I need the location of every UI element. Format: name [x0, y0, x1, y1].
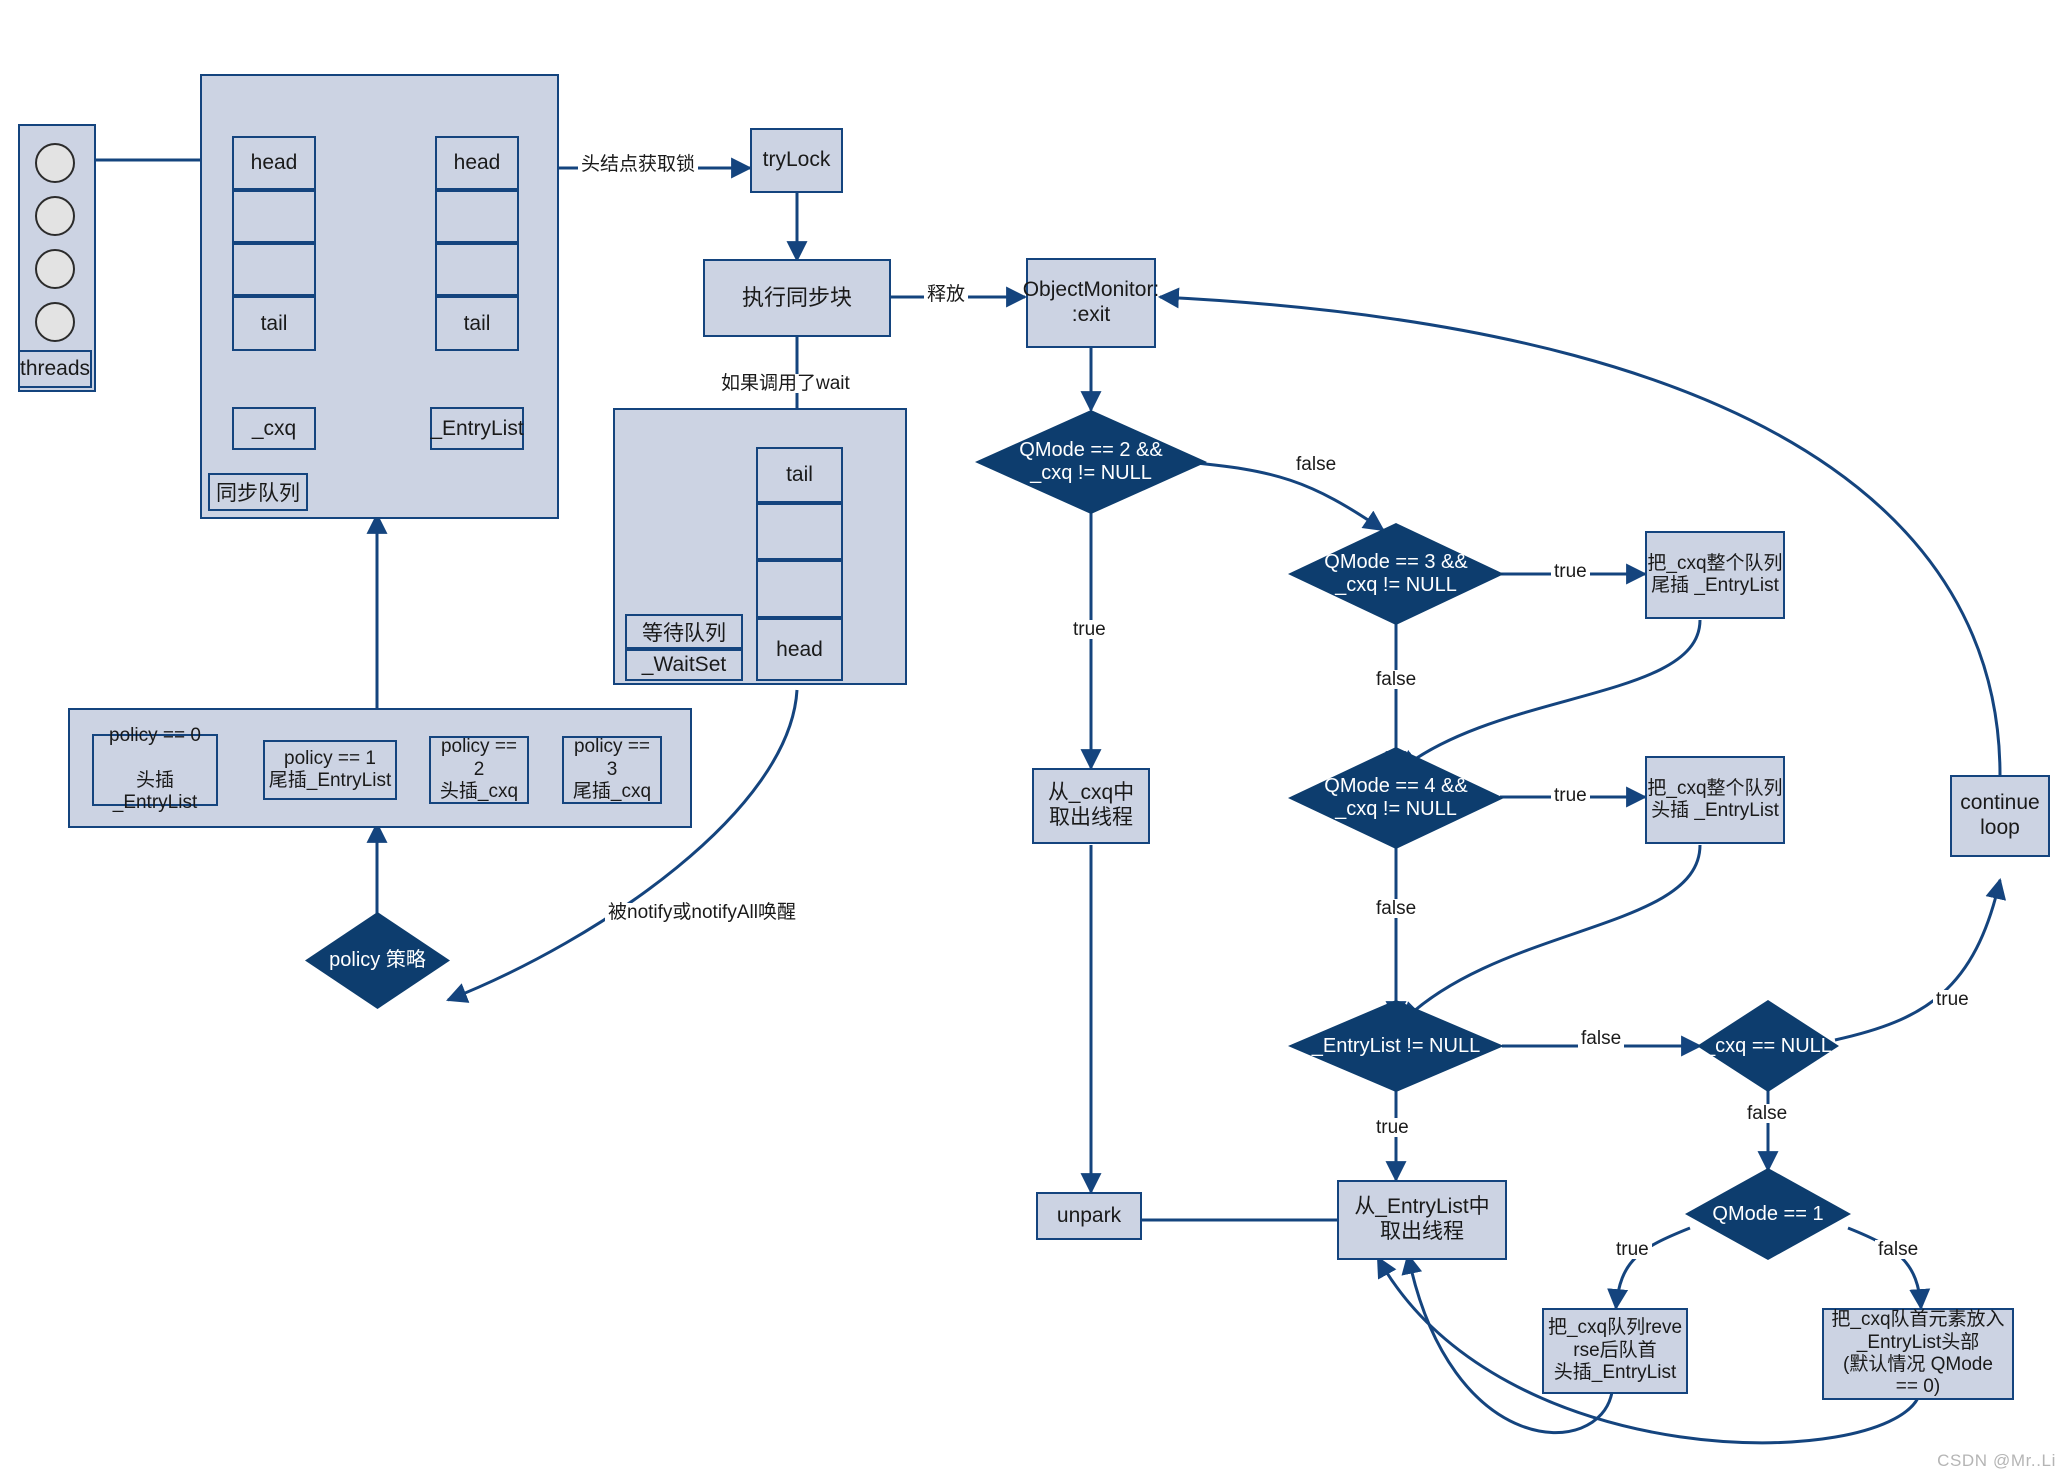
- node-cxq-tail-insert-entrylist[interactable]: 把_cxq整个队列 尾插 _EntryList: [1645, 531, 1785, 619]
- edge-label-release: 释放: [924, 285, 969, 304]
- decision-qmode-4-label: QMode == 4 && _cxq != NULL: [1324, 775, 1468, 820]
- node-cxq-head-insert-entrylist[interactable]: 把_cxq整个队列 头插 _EntryList: [1645, 756, 1785, 844]
- entrylist-name-label: _EntryList: [430, 407, 524, 450]
- cxq-head-cell: head: [232, 136, 316, 190]
- edge-label-head-node-acquire-lock: 头结点获取锁: [578, 155, 699, 174]
- policy-option-3: policy == 3 尾插_cxq: [562, 736, 662, 804]
- thread-circle: [35, 196, 75, 236]
- node-cxq-reverse-head-insert[interactable]: 把_cxq队列reve rse后队首 头插_EntryList: [1542, 1308, 1688, 1394]
- edge-label-woken-by-notify: 被notify或notifyAll唤醒: [605, 903, 799, 922]
- sync-queue-label: 同步队列: [208, 473, 308, 511]
- entrylist-head-cell: head: [435, 136, 519, 190]
- thread-circle: [35, 249, 75, 289]
- decision-entrylist-not-null-label: _EntryList != NULL: [1311, 1034, 1481, 1057]
- edge-label-cxq-null-true: true: [1933, 990, 1972, 1009]
- cxq-name-label: _cxq: [232, 407, 316, 450]
- decision-qmode-2[interactable]: QMode == 2 && _cxq != NULL: [975, 410, 1207, 514]
- entrylist-empty-cell: [435, 190, 519, 243]
- decision-qmode-2-label: QMode == 2 && _cxq != NULL: [1019, 439, 1163, 484]
- edge-label-cxq-null-false: false: [1744, 1104, 1791, 1123]
- decision-cxq-is-null[interactable]: _cxq == NULL: [1697, 1000, 1839, 1092]
- flowchart-canvas: threads head tail _cxq head tail _EntryL…: [0, 0, 2070, 1479]
- edge-label-qmode4-false: false: [1373, 899, 1420, 918]
- edge-label-qmode2-true: true: [1070, 620, 1109, 639]
- node-unpark[interactable]: unpark: [1036, 1192, 1142, 1240]
- waitset-name-label: _WaitSet: [625, 649, 743, 681]
- thread-circle: [35, 143, 75, 183]
- waitset-empty-cell: [756, 560, 843, 618]
- cxq-tail-cell: tail: [232, 296, 316, 351]
- edge-label-if-called-wait: 如果调用了wait: [718, 374, 853, 393]
- edge-label-entrylist-false: false: [1578, 1029, 1625, 1048]
- node-object-monitor-exit[interactable]: ObjectMonitor: :exit: [1023, 258, 1159, 348]
- waitset-queue-label: 等待队列: [625, 614, 743, 649]
- edge-label-qmode1-false: false: [1875, 1240, 1922, 1259]
- policy-option-0: policy == 0 头插_EntryList: [92, 725, 218, 813]
- waitset-head-cell: head: [756, 618, 843, 681]
- decision-qmode-3-label: QMode == 3 && _cxq != NULL: [1324, 551, 1468, 596]
- edge-label-qmode1-true: true: [1613, 1240, 1652, 1259]
- edge-label-qmode2-false: false: [1293, 455, 1340, 474]
- decision-policy[interactable]: policy 策略: [305, 912, 450, 1009]
- entrylist-tail-cell: tail: [435, 296, 519, 351]
- threads-label: threads: [18, 350, 92, 388]
- cxq-empty-cell: [232, 190, 316, 243]
- edge-label-entrylist-true: true: [1373, 1118, 1412, 1137]
- edge-label-qmode4-true: true: [1551, 786, 1590, 805]
- edge-label-qmode3-false: false: [1373, 670, 1420, 689]
- node-try-lock[interactable]: tryLock: [750, 128, 843, 193]
- cxq-empty-cell: [232, 243, 316, 296]
- policy-option-1: policy == 1 尾插_EntryList: [263, 740, 397, 800]
- decision-policy-label: policy 策略: [329, 949, 426, 971]
- node-take-thread-from-entrylist[interactable]: 从_EntryList中 取出线程: [1337, 1180, 1507, 1260]
- edge-label-qmode3-true: true: [1551, 562, 1590, 581]
- decision-qmode-1[interactable]: QMode == 1: [1685, 1168, 1851, 1260]
- decision-entrylist-not-null[interactable]: _EntryList != NULL: [1288, 1000, 1504, 1092]
- entrylist-empty-cell: [435, 243, 519, 296]
- decision-qmode-3[interactable]: QMode == 3 && _cxq != NULL: [1288, 523, 1504, 625]
- node-exec-sync-block[interactable]: 执行同步块: [703, 259, 891, 337]
- node-take-thread-from-cxq[interactable]: 从_cxq中 取出线程: [1032, 768, 1150, 844]
- node-cxq-first-to-entrylist-head[interactable]: 把_cxq队首元素放入 _EntryList头部 (默认情况 QMode == …: [1822, 1308, 2014, 1400]
- decision-cxq-is-null-label: _cxq == NULL: [1704, 1034, 1832, 1057]
- policy-option-2: policy == 2 头插_cxq: [429, 736, 529, 804]
- waitset-empty-cell: [756, 503, 843, 560]
- waitset-tail-cell: tail: [756, 447, 843, 503]
- thread-circle: [35, 302, 75, 342]
- node-continue-loop[interactable]: continue loop: [1950, 775, 2050, 857]
- decision-qmode-1-label: QMode == 1: [1712, 1202, 1824, 1225]
- watermark: CSDN @Mr..Li: [1937, 1451, 2056, 1470]
- decision-qmode-4[interactable]: QMode == 4 && _cxq != NULL: [1288, 747, 1504, 849]
